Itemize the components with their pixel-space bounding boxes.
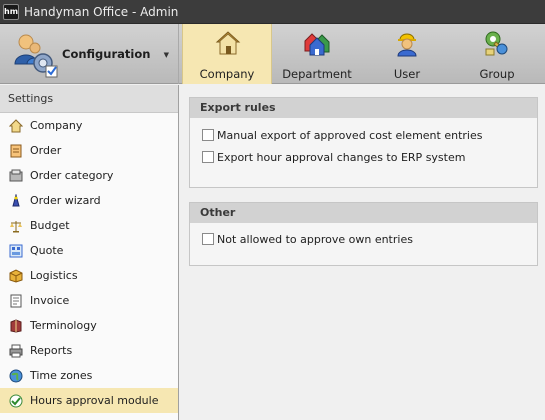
tab-group[interactable]: Group: [452, 24, 542, 84]
sidebar-item-invoice[interactable]: Invoice: [0, 288, 178, 313]
title-bar: hm Handyman Office - Admin: [0, 0, 545, 24]
printer-icon: [9, 344, 23, 358]
manual-export-label: Manual export of approved cost element e…: [217, 128, 483, 142]
sidebar-item-label: Time zones: [30, 369, 93, 382]
check-badge-icon: [9, 394, 23, 408]
export-hour-approval-label: Export hour approval changes to ERP syst…: [217, 150, 466, 164]
wizard-icon: [9, 192, 23, 208]
manual-export-option[interactable]: Manual export of approved cost element e…: [190, 124, 537, 146]
sidebar-item-label: Terminology: [30, 319, 97, 332]
sidebar-item-label: Order wizard: [30, 194, 101, 207]
worker-helmet-icon: [393, 29, 421, 57]
header-toolbar: Configuration ▼ Company Department User …: [0, 24, 545, 84]
sidebar-item-order-category[interactable]: Order category: [0, 163, 178, 188]
sidebar-item-terminology[interactable]: Terminology: [0, 313, 178, 338]
sidebar-item-order-wizard[interactable]: Order wizard: [0, 188, 178, 213]
main-panel: Export rules Manual export of approved c…: [180, 85, 545, 420]
sidebar-item-label: Reports: [30, 344, 73, 357]
book-icon: [9, 318, 23, 333]
sidebar-item-logistics[interactable]: Logistics: [0, 263, 178, 288]
configuration-label: Configuration: [62, 47, 151, 61]
scale-icon: [9, 219, 23, 233]
order-category-icon: [9, 169, 23, 183]
quote-icon: [9, 244, 23, 258]
box-icon: [9, 268, 23, 283]
not-allowed-approve-own-checkbox[interactable]: [202, 233, 214, 245]
tab-user[interactable]: User: [362, 24, 452, 84]
sidebar-item-label: Order category: [30, 169, 114, 182]
sidebar-item-company[interactable]: Company: [0, 113, 178, 138]
invoice-icon: [9, 294, 23, 308]
other-group: Other Not allowed to approve own entries: [189, 202, 538, 266]
configuration-users-gear-icon: [10, 30, 58, 78]
sidebar-item-label: Invoice: [30, 294, 70, 307]
not-allowed-approve-own-label: Not allowed to approve own entries: [217, 232, 413, 246]
export-rules-title: Export rules: [190, 98, 537, 118]
sidebar-item-label: Budget: [30, 219, 70, 232]
settings-header: Settings: [0, 85, 178, 113]
settings-sidebar: Settings Company Order Order category Or…: [0, 85, 179, 420]
sidebar-item-label: Company: [30, 119, 83, 132]
globe-icon: [9, 369, 23, 383]
sidebar-item-label: Order: [30, 144, 62, 157]
tab-department[interactable]: Department: [272, 24, 362, 84]
order-icon: [9, 144, 23, 158]
sidebar-item-hours-approval-module[interactable]: Hours approval module: [0, 388, 178, 413]
tab-department-label: Department: [282, 67, 352, 81]
window-title: Handyman Office - Admin: [24, 4, 179, 19]
configuration-menu-button[interactable]: Configuration ▼: [0, 24, 179, 84]
sidebar-item-budget[interactable]: Budget: [0, 213, 178, 238]
house-icon: [214, 29, 242, 57]
house-icon: [8, 118, 24, 133]
sidebar-item-time-zones[interactable]: Time zones: [0, 363, 178, 388]
sidebar-item-reports[interactable]: Reports: [0, 338, 178, 363]
export-hour-approval-option[interactable]: Export hour approval changes to ERP syst…: [190, 146, 537, 168]
sidebar-item-label: Quote: [30, 244, 64, 257]
department-houses-icon: [303, 29, 331, 57]
export-rules-group: Export rules Manual export of approved c…: [189, 97, 538, 188]
sidebar-item-label: Hours approval module: [30, 394, 159, 407]
tab-user-label: User: [393, 67, 421, 81]
manual-export-checkbox[interactable]: [202, 129, 214, 141]
sidebar-item-quote[interactable]: Quote: [0, 238, 178, 263]
app-logo-icon: hm: [3, 3, 19, 20]
export-hour-approval-checkbox[interactable]: [202, 151, 214, 163]
chevron-down-icon: ▼: [163, 51, 169, 59]
sidebar-item-order[interactable]: Order: [0, 138, 178, 163]
tab-company-label: Company: [199, 67, 255, 81]
group-keys-icon: [483, 29, 511, 57]
sidebar-item-label: Logistics: [30, 269, 78, 282]
tab-group-label: Group: [479, 67, 515, 81]
tab-company[interactable]: Company: [182, 24, 272, 84]
other-title: Other: [190, 203, 537, 223]
not-allowed-approve-own-option[interactable]: Not allowed to approve own entries: [190, 228, 537, 250]
